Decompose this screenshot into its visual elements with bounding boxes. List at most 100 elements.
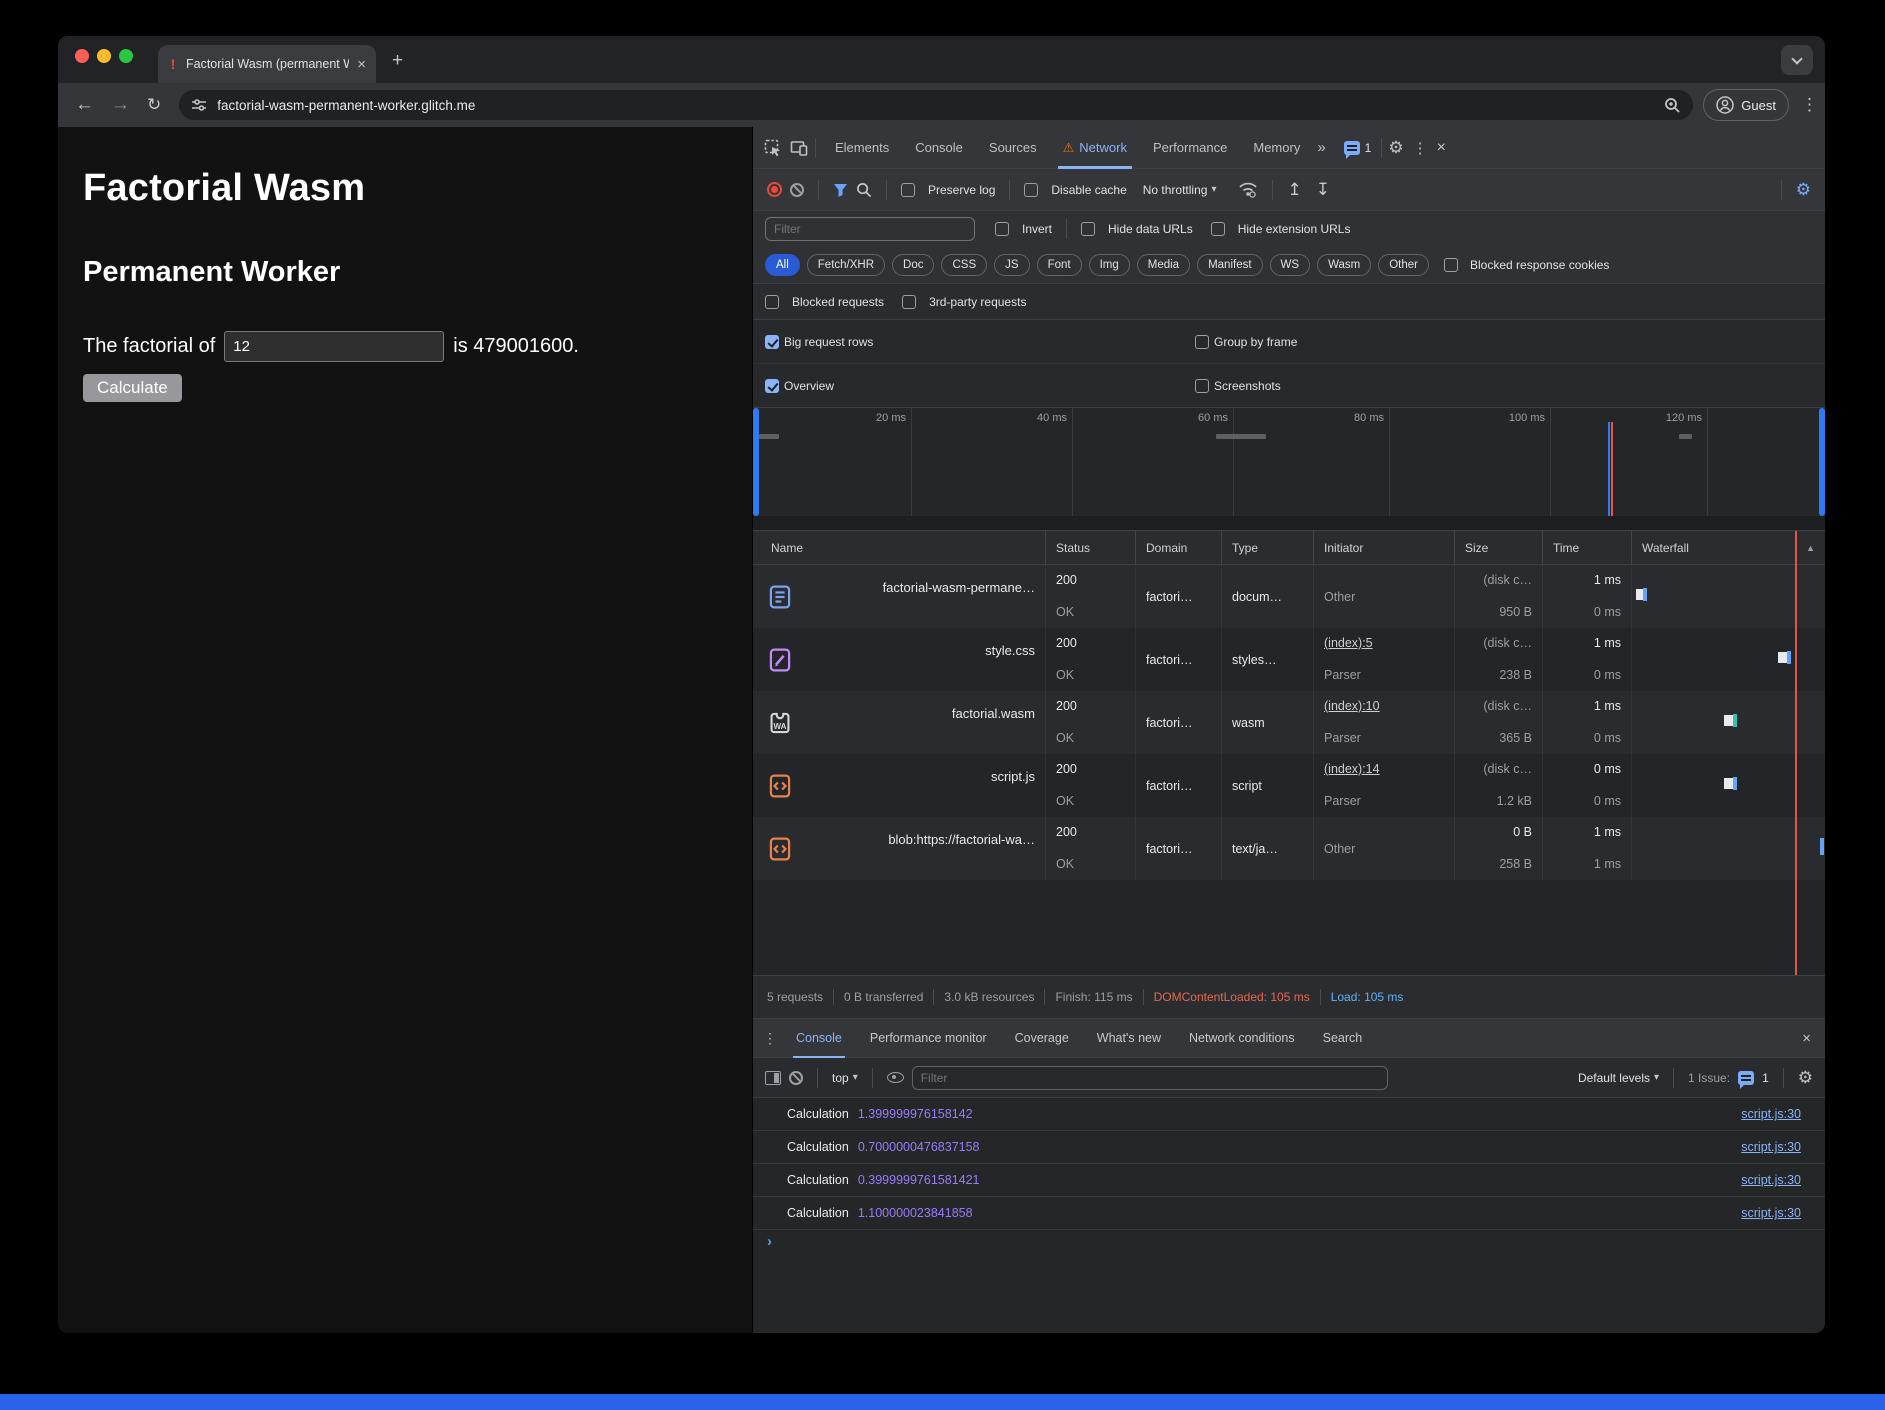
- filter-chip-all[interactable]: All: [765, 254, 800, 276]
- export-har-icon[interactable]: ↧: [1316, 180, 1330, 200]
- invert-checkbox[interactable]: [995, 222, 1009, 236]
- timeline-left-handle[interactable]: [753, 408, 759, 516]
- address-bar[interactable]: factorial-wasm-permanent-worker.glitch.m…: [179, 90, 1693, 120]
- live-expression-icon[interactable]: [887, 1072, 904, 1083]
- filter-chip-other[interactable]: Other: [1378, 254, 1429, 276]
- column-status[interactable]: Status: [1045, 531, 1135, 564]
- timeline-right-handle[interactable]: [1819, 408, 1825, 516]
- source-link[interactable]: script.js:30: [1741, 1173, 1801, 1187]
- tab-search-button[interactable]: [1781, 45, 1813, 75]
- filter-chip-wasm[interactable]: Wasm: [1317, 254, 1371, 276]
- more-tabs-icon[interactable]: »: [1317, 139, 1325, 156]
- request-row[interactable]: style.css 200OK factori… styles… (index)…: [753, 628, 1825, 691]
- issues-counter[interactable]: 1: [1344, 141, 1372, 155]
- network-filter-input[interactable]: [765, 217, 975, 241]
- inspect-element-icon[interactable]: [763, 138, 783, 158]
- clear-console-icon[interactable]: [789, 1071, 803, 1085]
- overview-checkbox[interactable]: [765, 379, 779, 393]
- zoom-icon[interactable]: [1664, 97, 1681, 114]
- drawer-tab-performance-monitor[interactable]: Performance monitor: [857, 1018, 1000, 1058]
- tab-close-icon[interactable]: ×: [357, 57, 366, 72]
- request-row[interactable]: blob:https://factorial-wa… 200OK factori…: [753, 817, 1825, 880]
- record-network-log-button[interactable]: [767, 182, 782, 197]
- screenshots-checkbox[interactable]: [1195, 379, 1209, 393]
- source-link[interactable]: script.js:30: [1741, 1107, 1801, 1121]
- throttling-select[interactable]: No throttling▾: [1143, 183, 1217, 197]
- tab-console[interactable]: Console: [902, 127, 976, 169]
- window-minimize-button[interactable]: [97, 49, 111, 63]
- filter-chip-font[interactable]: Font: [1037, 254, 1082, 276]
- group-by-frame-checkbox[interactable]: [1195, 335, 1209, 349]
- filter-chip-css[interactable]: CSS: [941, 254, 987, 276]
- blocked-cookies-checkbox[interactable]: [1444, 258, 1458, 272]
- tab-network[interactable]: ⚠Network: [1050, 127, 1140, 169]
- column-time[interactable]: Time: [1542, 531, 1631, 564]
- issues-icon[interactable]: [1738, 1071, 1754, 1085]
- factorial-number-input[interactable]: [224, 331, 444, 362]
- big-request-rows-checkbox[interactable]: [765, 335, 779, 349]
- console-settings-icon[interactable]: ⚙: [1798, 1068, 1813, 1088]
- initiator-link[interactable]: (index):14: [1324, 762, 1444, 776]
- profile-chip[interactable]: Guest: [1703, 89, 1789, 121]
- network-overview-timeline[interactable]: 20 ms 40 ms 60 ms 80 ms 100 ms 120 ms 14: [753, 408, 1825, 516]
- blocked-requests-checkbox[interactable]: [765, 295, 779, 309]
- disable-cache-checkbox[interactable]: [1024, 183, 1038, 197]
- console-message[interactable]: Calculation 0.3999999761581421 script.js…: [753, 1164, 1825, 1197]
- calculate-button[interactable]: Calculate: [83, 374, 182, 402]
- filter-chip-img[interactable]: Img: [1089, 254, 1130, 276]
- network-settings-icon[interactable]: ⚙: [1796, 180, 1811, 200]
- log-levels-select[interactable]: Default levels▾: [1578, 1071, 1659, 1085]
- request-row[interactable]: WA factorial.wasm 200OK factori… wasm (i…: [753, 691, 1825, 754]
- filter-chip-doc[interactable]: Doc: [892, 254, 934, 276]
- tab-performance[interactable]: Performance: [1140, 127, 1240, 169]
- devtools-close-icon[interactable]: ×: [1437, 139, 1446, 157]
- device-toolbar-icon[interactable]: [789, 138, 809, 158]
- console-prompt[interactable]: ›: [767, 1233, 772, 1250]
- window-close-button[interactable]: [75, 49, 89, 63]
- reload-button[interactable]: ↻: [147, 95, 161, 115]
- window-zoom-button[interactable]: [119, 49, 133, 63]
- filter-funnel-icon[interactable]: [833, 183, 848, 197]
- source-link[interactable]: script.js:30: [1741, 1206, 1801, 1220]
- back-button[interactable]: ←: [75, 94, 94, 116]
- filter-chip-manifest[interactable]: Manifest: [1197, 254, 1262, 276]
- context-select[interactable]: top▾: [832, 1071, 858, 1085]
- console-message[interactable]: Calculation 1.399999976158142 script.js:…: [753, 1098, 1825, 1131]
- filter-chip-js[interactable]: JS: [994, 254, 1029, 276]
- drawer-tab-network-conditions[interactable]: Network conditions: [1176, 1018, 1308, 1058]
- filter-chip-media[interactable]: Media: [1137, 254, 1190, 276]
- drawer-tab-whats-new[interactable]: What's new: [1084, 1018, 1174, 1058]
- console-filter-input[interactable]: [912, 1066, 1388, 1090]
- drawer-menu-icon[interactable]: ⋮: [763, 1030, 777, 1047]
- tab-sources[interactable]: Sources: [976, 127, 1050, 169]
- initiator-link[interactable]: (index):5: [1324, 636, 1444, 650]
- filter-chip-fetch-xhr[interactable]: Fetch/XHR: [807, 254, 885, 276]
- drawer-tab-coverage[interactable]: Coverage: [1002, 1018, 1082, 1058]
- column-type[interactable]: Type: [1221, 531, 1313, 564]
- column-domain[interactable]: Domain: [1135, 531, 1221, 564]
- filter-chip-ws[interactable]: WS: [1270, 254, 1311, 276]
- browser-menu-button[interactable]: ⋮: [1801, 95, 1818, 115]
- devtools-menu-icon[interactable]: ⋮: [1413, 139, 1428, 157]
- column-size[interactable]: Size: [1454, 531, 1542, 564]
- drawer-tab-console[interactable]: Console: [783, 1018, 855, 1058]
- devtools-settings-icon[interactable]: ⚙: [1388, 138, 1403, 158]
- drawer-tab-search[interactable]: Search: [1310, 1018, 1376, 1058]
- browser-tab[interactable]: ! Factorial Wasm (permanent W ×: [158, 45, 376, 83]
- clear-network-log-icon[interactable]: [790, 183, 804, 197]
- import-har-icon[interactable]: ↥: [1287, 180, 1301, 200]
- request-row[interactable]: factorial-wasm-permane… 200OK factori… d…: [753, 565, 1825, 628]
- console-sidebar-icon[interactable]: [765, 1071, 781, 1085]
- tab-elements[interactable]: Elements: [822, 127, 902, 169]
- console-message[interactable]: Calculation 0.7000000476837158 script.js…: [753, 1131, 1825, 1164]
- hide-extension-urls-checkbox[interactable]: [1211, 222, 1225, 236]
- tab-memory[interactable]: Memory: [1240, 127, 1313, 169]
- drawer-close-icon[interactable]: ×: [1802, 1030, 1811, 1047]
- hide-data-urls-checkbox[interactable]: [1081, 222, 1095, 236]
- request-row[interactable]: script.js 200OK factori… script (index):…: [753, 754, 1825, 817]
- column-initiator[interactable]: Initiator: [1313, 531, 1454, 564]
- third-party-checkbox[interactable]: [902, 295, 916, 309]
- forward-button[interactable]: →: [111, 94, 130, 116]
- initiator-link[interactable]: (index):10: [1324, 699, 1444, 713]
- console-message[interactable]: Calculation 1.100000023841858 script.js:…: [753, 1197, 1825, 1230]
